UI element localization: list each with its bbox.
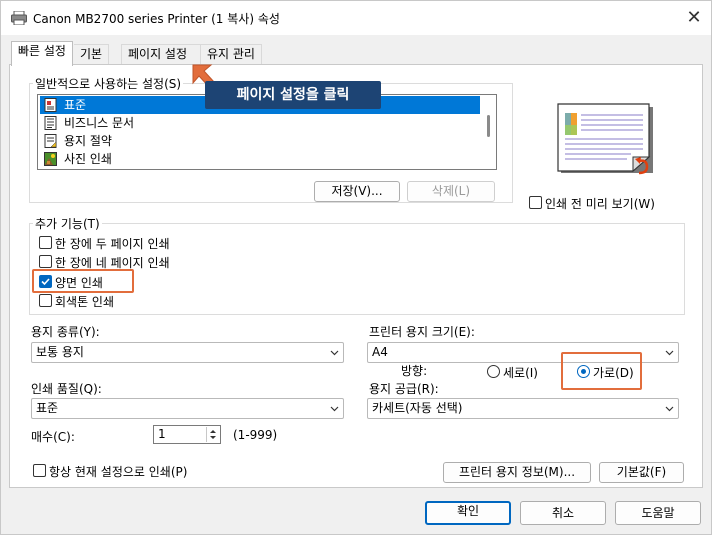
copies-value: 1 [158,427,166,441]
orientation-label: 방향: [401,364,428,378]
title-bar: Canon MB2700 series Printer (1 복사) 속성 ✕ [1,1,711,35]
grayscale-checkbox[interactable] [39,294,52,307]
portrait-radio[interactable] [487,365,500,378]
paper-size-value: A4 [372,345,388,359]
list-item[interactable]: 용지 절약 [40,132,480,150]
copies-label: 매수(C): [31,430,75,444]
list-item-label: 비즈니스 문서 [64,116,135,130]
media-type-value: 보통 용지 [36,345,84,359]
preview-before-print-checkbox[interactable] [529,196,542,209]
spin-arrows-icon [210,430,216,439]
list-item-label: 용지 절약 [64,134,112,148]
paper-size-label: 프린터 용지 크기(E): [369,325,475,339]
cancel-button[interactable]: 취소 [520,501,606,525]
printer-properties-window: Canon MB2700 series Printer (1 복사) 속성 ✕ … [0,0,712,535]
defaults-button[interactable]: 기본값(F) [599,462,684,483]
additional-features-label: 추가 기능(T) [33,215,102,232]
duplex-highlight-box [32,269,134,293]
page-preview-image [557,103,653,175]
preview-before-print-label: 인쇄 전 미리 보기(W) [545,197,655,211]
chevron-down-icon [665,406,674,412]
copies-range: (1-999) [233,428,278,442]
media-type-label: 용지 종류(Y): [31,325,100,339]
paper-source-value: 카세트(자동 선택) [372,401,463,415]
ok-button[interactable]: 확인 [425,501,511,525]
instruction-callout: 페이지 설정을 클릭 [205,81,381,109]
chevron-down-icon [330,406,339,412]
list-item-label: 사진 인쇄 [64,152,112,166]
paper-source-label: 용지 공급(R): [369,382,439,396]
print-quality-select[interactable]: 표준 [31,398,344,419]
media-type-select[interactable]: 보통 용지 [31,342,344,363]
standard-doc-icon [44,98,57,112]
chevron-down-icon [665,350,674,356]
paper-info-button[interactable]: 프린터 용지 정보(M)... [443,462,591,483]
scrollbar-thumb[interactable] [487,115,490,137]
paper-saving-icon [44,134,57,148]
chevron-down-icon [330,350,339,356]
close-button[interactable]: ✕ [681,5,707,31]
grayscale-label: 회색톤 인쇄 [55,295,115,309]
tab-strip: 빠른 설정 기본 페이지 설정 유지 관리 [1,41,712,66]
always-print-current-checkbox[interactable] [33,464,46,477]
tab-quick-setup[interactable]: 빠른 설정 [11,41,73,66]
save-button[interactable]: 저장(V)... [314,181,400,202]
print-quality-value: 표준 [36,401,59,415]
four-page-checkbox[interactable] [39,255,52,268]
two-page-checkbox[interactable] [39,236,52,249]
portrait-label: 세로(I) [503,366,538,380]
always-print-current-label: 항상 현재 설정으로 인쇄(P) [49,465,188,479]
print-quality-label: 인쇄 품질(Q): [31,382,102,396]
delete-button: 삭제(L) [407,181,495,202]
two-page-label: 한 장에 두 페이지 인쇄 [55,237,170,251]
list-item[interactable]: 사진 인쇄 [40,150,480,168]
tab-main[interactable]: 기본 [74,44,110,65]
photo-print-icon [44,152,57,166]
list-item-label: 표준 [64,98,87,112]
printer-icon [11,11,27,25]
copies-stepper[interactable]: 1 [153,425,221,444]
list-scrollbar[interactable] [483,97,495,169]
list-item[interactable]: 비즈니스 문서 [40,114,480,132]
window-title: Canon MB2700 series Printer (1 복사) 속성 [33,12,280,26]
copies-spin-buttons[interactable] [206,427,219,442]
business-doc-icon [44,116,57,130]
common-settings-label: 일반적으로 사용하는 설정(S) [33,75,184,92]
landscape-highlight-box [561,352,642,390]
help-button[interactable]: 도움말 [615,501,701,525]
paper-source-select[interactable]: 카세트(자동 선택) [367,398,679,419]
